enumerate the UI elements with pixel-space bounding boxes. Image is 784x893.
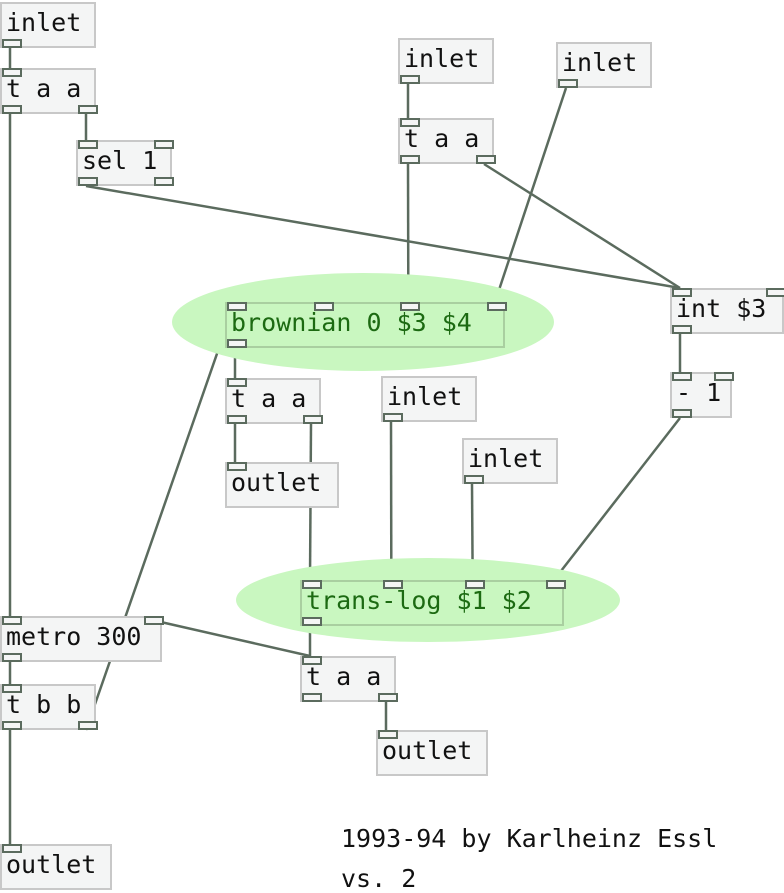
- outlet-port[interactable]: [2, 721, 22, 730]
- sel-object[interactable]: sel 1: [76, 140, 174, 186]
- outlet-port[interactable]: [400, 155, 420, 164]
- object-label: outlet: [382, 736, 473, 765]
- outlet-port[interactable]: [476, 155, 496, 164]
- outlet-port[interactable]: [672, 325, 692, 334]
- object-label: inlet: [387, 382, 463, 411]
- inlet-port[interactable]: [383, 580, 404, 589]
- inlet-port[interactable]: [766, 288, 784, 297]
- object-label: t b b: [6, 690, 82, 719]
- outlet-port[interactable]: [672, 409, 692, 418]
- outlet-port[interactable]: [227, 415, 247, 424]
- inlet-port[interactable]: [2, 68, 22, 77]
- inlet-port[interactable]: [714, 372, 734, 381]
- inlet-port[interactable]: [227, 462, 247, 471]
- outlet-port[interactable]: [400, 75, 420, 84]
- patch-cord[interactable]: [553, 417, 681, 581]
- outlet-port[interactable]: [78, 177, 98, 186]
- outlet-port[interactable]: [154, 177, 174, 186]
- trigger-object-1[interactable]: t a a: [0, 68, 98, 114]
- outlet-port[interactable]: [558, 79, 578, 88]
- inlet-port[interactable]: [672, 288, 692, 297]
- inlet-object-4[interactable]: inlet: [381, 376, 477, 422]
- object-label: int $3: [676, 294, 767, 323]
- object-label: sel 1: [82, 146, 158, 175]
- patch-cord[interactable]: [493, 87, 568, 303]
- trigger-object-4[interactable]: t a a: [300, 656, 398, 702]
- inlet-port[interactable]: [302, 656, 322, 665]
- object-label: brownian 0 $3 $4: [231, 308, 472, 337]
- inlet-port[interactable]: [2, 684, 22, 693]
- inlet-object-1[interactable]: inlet: [0, 2, 96, 48]
- object-label: inlet: [468, 444, 544, 473]
- inlet-port[interactable]: [78, 140, 98, 149]
- version-comment: vs. 2: [341, 864, 417, 893]
- patch-cord[interactable]: [84, 301, 237, 731]
- inlet-port[interactable]: [378, 730, 398, 739]
- object-label: - 1: [676, 378, 722, 407]
- object-label: inlet: [404, 44, 480, 73]
- outlet-port[interactable]: [227, 339, 247, 348]
- inlet-object-3[interactable]: inlet: [556, 42, 652, 88]
- patch-cord[interactable]: [483, 162, 681, 290]
- object-label: outlet: [231, 468, 322, 497]
- int-object[interactable]: int $3: [670, 288, 784, 334]
- object-label: outlet: [6, 850, 97, 879]
- outlet-port[interactable]: [2, 653, 22, 662]
- trans-log-object[interactable]: trans-log $1 $2: [300, 580, 566, 626]
- inlet-port[interactable]: [400, 118, 420, 127]
- outlet-port[interactable]: [464, 475, 484, 484]
- trigger-bang-object[interactable]: t b b: [0, 684, 98, 730]
- object-label: inlet: [6, 8, 82, 37]
- minus-object[interactable]: - 1: [670, 372, 734, 418]
- inlet-port[interactable]: [227, 378, 247, 387]
- outlet-port[interactable]: [378, 693, 398, 702]
- brownian-object[interactable]: brownian 0 $3 $4: [225, 302, 507, 348]
- inlet-port[interactable]: [144, 616, 164, 625]
- inlet-port[interactable]: [400, 302, 421, 311]
- inlet-port[interactable]: [487, 302, 507, 311]
- metro-object[interactable]: metro 300: [0, 616, 164, 662]
- credit-comment: 1993-94 by Karlheinz Essl: [341, 824, 718, 853]
- object-label: metro 300: [6, 622, 142, 651]
- object-label: trans-log $1 $2: [306, 586, 532, 615]
- inlet-object-5[interactable]: inlet: [462, 438, 558, 484]
- object-label: t a a: [306, 662, 382, 691]
- inlet-port[interactable]: [302, 580, 322, 589]
- inlet-port[interactable]: [2, 616, 22, 625]
- object-label: t a a: [404, 124, 480, 153]
- outlet-port[interactable]: [2, 105, 22, 114]
- outlet-port[interactable]: [78, 105, 98, 114]
- inlet-port[interactable]: [464, 580, 485, 589]
- outlet-port[interactable]: [78, 721, 98, 730]
- inlet-port[interactable]: [546, 580, 566, 589]
- outlet-object-1[interactable]: outlet: [225, 462, 339, 508]
- inlet-port[interactable]: [227, 302, 247, 311]
- outlet-port[interactable]: [383, 413, 403, 422]
- inlet-port[interactable]: [313, 302, 334, 311]
- outlet-port[interactable]: [303, 415, 323, 424]
- object-label: t a a: [6, 74, 82, 103]
- inlet-port[interactable]: [672, 372, 692, 381]
- outlet-port[interactable]: [2, 39, 22, 48]
- trigger-object-3[interactable]: t a a: [225, 378, 323, 424]
- inlet-port[interactable]: [2, 844, 22, 853]
- object-label: t a a: [231, 384, 307, 413]
- outlet-object-3[interactable]: outlet: [0, 844, 112, 890]
- outlet-port[interactable]: [302, 617, 322, 626]
- trigger-object-2[interactable]: t a a: [398, 118, 496, 164]
- inlet-port[interactable]: [154, 140, 174, 149]
- outlet-port[interactable]: [302, 693, 322, 702]
- inlet-object-2[interactable]: inlet: [398, 38, 494, 84]
- object-label: inlet: [562, 48, 638, 77]
- outlet-object-2[interactable]: outlet: [376, 730, 488, 776]
